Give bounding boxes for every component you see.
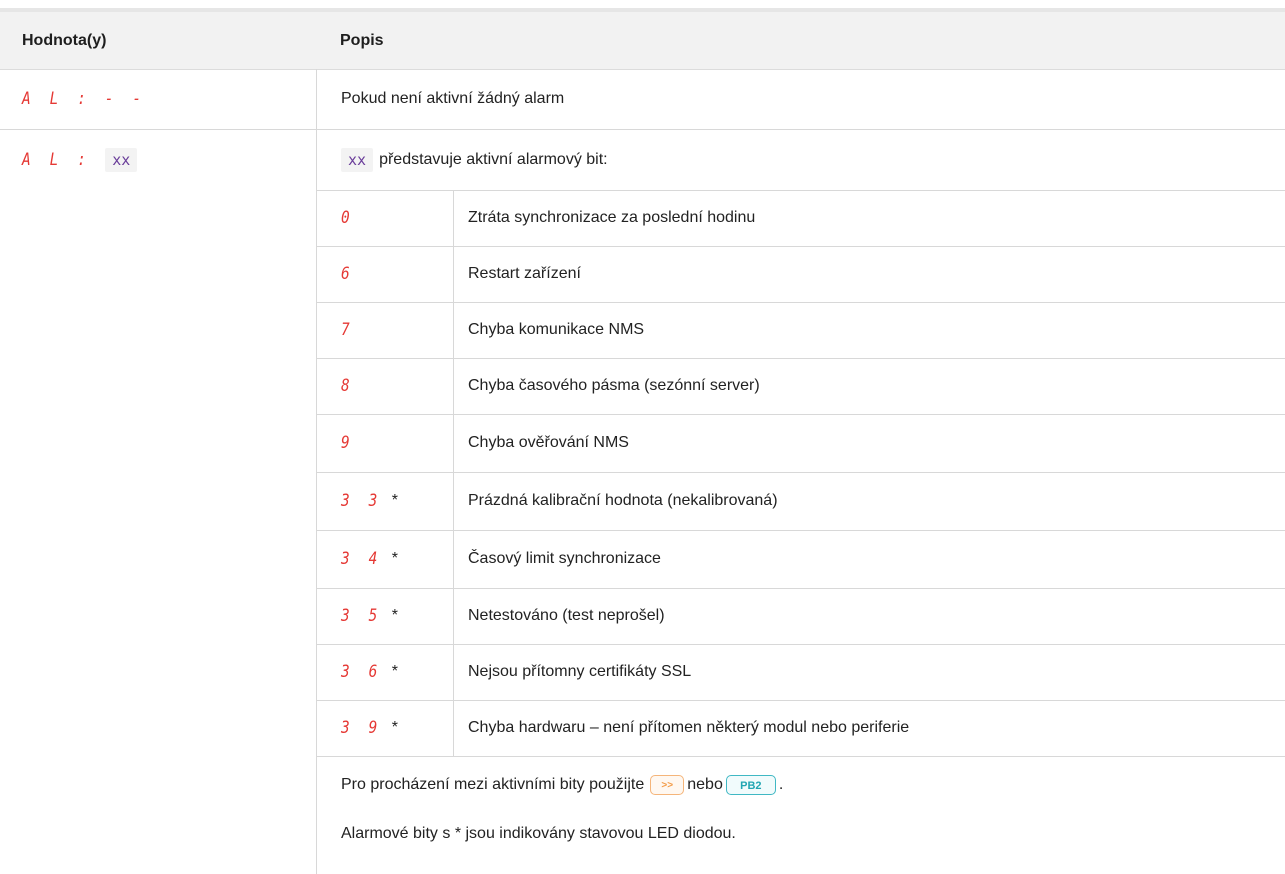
description-text: Nejsou přítomny certifikáty SSL: [468, 663, 692, 680]
bit-description: Nejsou přítomny certifikáty SSL: [468, 644, 691, 700]
row-divider: [316, 644, 1285, 645]
nav-prefix-text: Pro procházení mezi aktivními bity použi…: [341, 776, 645, 793]
row-no-alarm-description: Pokud není aktivní žádný alarm: [341, 69, 564, 129]
bit-code: 3 9 *: [341, 700, 398, 756]
bit-description: Prázdná kalibrační hodnota (nekalibrovan…: [468, 472, 778, 530]
description-text: Chyba komunikace NMS: [468, 321, 645, 338]
segment-display: 3 3: [341, 491, 383, 511]
segment-display: 3 6: [341, 662, 383, 682]
segment-display: 0: [341, 208, 355, 228]
segment-display: 9: [341, 433, 355, 453]
bit-code: 9: [341, 414, 359, 472]
row-active-alarm-intro: xx představuje aktivní alarmový bit:: [341, 130, 608, 190]
segment-display: 3 5: [341, 606, 383, 626]
bit-description: Netestováno (test neprošel): [468, 588, 665, 644]
led-note: Alarmové bity s * jsou indikovány stavov…: [341, 812, 736, 856]
row-no-alarm-value: A L : - -: [22, 69, 168, 129]
row-divider: [316, 472, 1285, 473]
header-values: Hodnota(y): [22, 32, 107, 49]
row-divider: [316, 190, 1285, 191]
segment-display: 6: [341, 264, 355, 284]
row-divider: [316, 246, 1285, 247]
nav-suffix-text: .: [778, 776, 784, 793]
segment-display: A L :: [22, 150, 92, 170]
row-divider: [316, 302, 1285, 303]
next-button-key: >>: [650, 775, 685, 795]
description-text: Prázdná kalibrační hodnota (nekalibrovan…: [468, 492, 778, 509]
led-star: *: [391, 719, 398, 736]
bit-description: Chyba komunikace NMS: [468, 302, 644, 358]
bit-code: 6: [341, 246, 359, 302]
bit-description: Ztráta synchronizace za poslední hodinu: [468, 190, 755, 246]
description-text: Časový limit synchronizace: [468, 550, 661, 567]
row-divider: [0, 129, 1285, 130]
description-text: Chyba hardwaru – není přítomen některý m…: [468, 719, 910, 736]
row-active-alarm-value: A L : xx: [22, 130, 138, 190]
header-description: Popis: [340, 32, 384, 49]
bit-description: Restart zařízení: [468, 246, 581, 302]
segment-display: A L : - -: [22, 89, 147, 109]
nav-or-text: nebo: [687, 776, 723, 793]
segment-display: 3 4: [341, 549, 383, 569]
segment-display: 3 9: [341, 718, 383, 738]
led-star: *: [391, 550, 398, 567]
alarm-table: Hodnota(y) Popis A L : - - Pokud není ak…: [0, 8, 1285, 874]
bit-code: 0: [341, 190, 359, 246]
description-text: Chyba časového pásma (sezónní server): [468, 377, 760, 394]
bit-description: Chyba časového pásma (sezónní server): [468, 358, 760, 414]
description-text: Restart zařízení: [468, 265, 581, 282]
segment-display: 8: [341, 376, 355, 396]
row-divider: [316, 530, 1285, 531]
bit-code: 3 6 *: [341, 644, 398, 700]
pb2-button-key: PB2: [725, 775, 776, 795]
bit-code: 7: [341, 302, 359, 358]
intro-text: představuje aktivní alarmový bit:: [379, 151, 608, 168]
bit-description: Chyba hardwaru – není přítomen některý m…: [468, 700, 909, 756]
code-placeholder: xx: [105, 148, 138, 172]
navigation-note: Pro procházení mezi aktivními bity použi…: [341, 756, 783, 814]
table-header: Hodnota(y) Popis: [0, 12, 1285, 70]
bit-code: 3 5 *: [341, 588, 398, 644]
led-note-text: Alarmové bity s * jsou indikovány stavov…: [341, 825, 736, 842]
description-text: Pokud není aktivní žádný alarm: [341, 90, 565, 107]
row-divider: [316, 414, 1285, 415]
description-text: Chyba ověřování NMS: [468, 434, 629, 451]
bit-description: Časový limit synchronizace: [468, 530, 661, 588]
row-divider: [316, 358, 1285, 359]
led-star: *: [391, 607, 398, 624]
segment-display: 7: [341, 320, 355, 340]
bit-description: Chyba ověřování NMS: [468, 414, 629, 472]
bit-code: 3 3 *: [341, 472, 398, 530]
description-text: Netestováno (test neprošel): [468, 607, 665, 624]
description-text: Ztráta synchronizace za poslední hodinu: [468, 209, 756, 226]
led-star: *: [391, 663, 398, 680]
bit-code: 3 4 *: [341, 530, 398, 588]
led-star: *: [391, 492, 398, 509]
row-divider: [316, 588, 1285, 589]
code-placeholder: xx: [341, 148, 374, 172]
bit-code: 8: [341, 358, 359, 414]
inner-column-divider: [453, 190, 454, 756]
